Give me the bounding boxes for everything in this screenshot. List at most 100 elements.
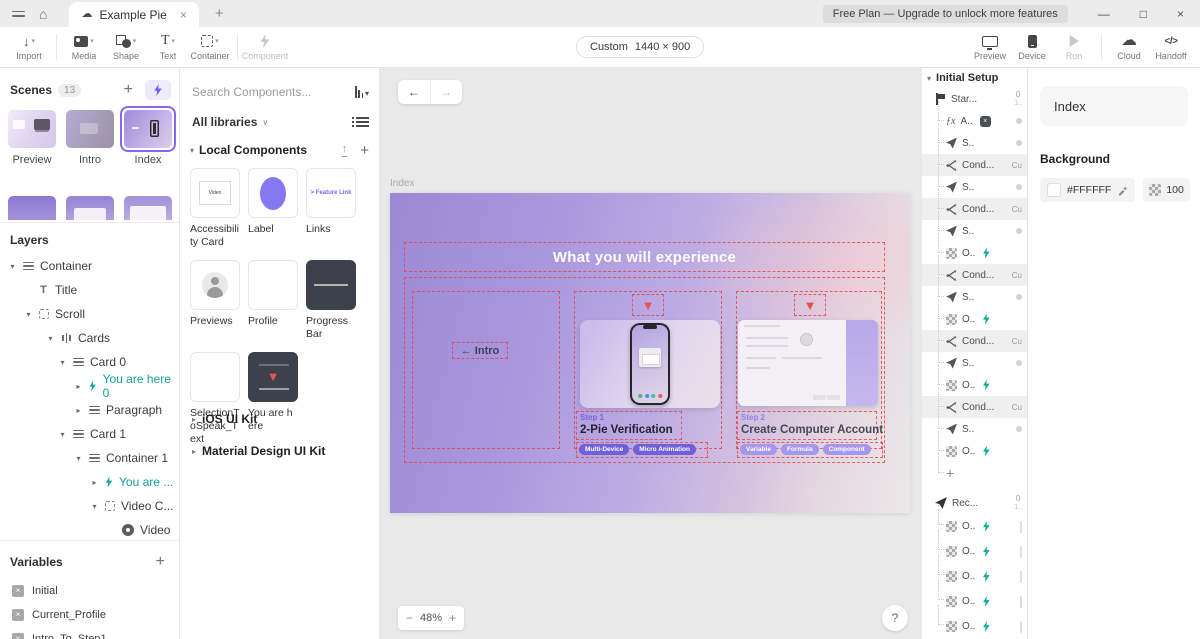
collapse-icon[interactable]: ▾ (46, 334, 55, 343)
sort-icon[interactable]: ▾ (355, 86, 369, 98)
collapse-icon[interactable]: ▾ (927, 74, 931, 83)
close-window-button[interactable]: × (1177, 7, 1184, 21)
add-variable-button[interactable]: + (156, 553, 165, 571)
expand-icon[interactable]: ▸ (74, 382, 83, 391)
layer-row-title[interactable]: T Title (0, 278, 179, 302)
minimize-button[interactable]: — (1098, 7, 1110, 21)
color-hex-value[interactable]: #FFFFFF (1067, 184, 1111, 196)
component-thumbnail[interactable] (306, 260, 356, 310)
collapse-icon[interactable]: ▾ (190, 146, 194, 155)
zoom-out-button[interactable]: − (406, 611, 413, 625)
zoom-level[interactable]: 48% (420, 612, 442, 624)
layer-row-card0[interactable]: ▾ Card 0 (0, 350, 179, 374)
drag-handle[interactable] (1020, 621, 1022, 633)
expand-icon[interactable]: ▸ (90, 478, 99, 487)
component-selectiontospeak[interactable]: SelectionToSpeak_Text (190, 352, 240, 445)
text-button[interactable]: T▾ Text (147, 34, 189, 61)
artboard[interactable]: What you will experience ← Intro ▼ ▼ (390, 193, 910, 513)
layer-row-you-are-here-0[interactable]: ▸ You are here 0 (0, 374, 179, 398)
background-opacity-input[interactable]: 100 (1143, 178, 1190, 202)
component-thumbnail[interactable] (248, 168, 298, 218)
scene-item-index[interactable]: Index (124, 110, 172, 166)
scene-thumbnail[interactable] (66, 110, 114, 148)
canvas[interactable]: ← → Index What you will experience ← Int… (380, 68, 922, 639)
component-thumbnail[interactable]: Video (190, 168, 240, 218)
media-button[interactable]: ▾ Media (63, 34, 105, 61)
scene-thumbnail[interactable] (8, 196, 56, 220)
list-view-icon[interactable] (356, 117, 369, 127)
collapse-icon[interactable]: ▾ (58, 358, 67, 367)
shape-button[interactable]: ▾ Shape (105, 34, 147, 61)
handoff-button[interactable]: </> Handoff (1150, 34, 1192, 61)
scene-name-field[interactable]: Index (1040, 86, 1188, 126)
intro-link[interactable]: ← Intro (452, 342, 508, 359)
layer-row-you-are[interactable]: ▸ You are ... (0, 470, 179, 494)
home-icon[interactable]: ⌂ (39, 7, 47, 21)
add-component-button[interactable]: + (360, 142, 369, 159)
opacity-value[interactable]: 100 (1166, 184, 1184, 196)
component-profile[interactable]: Profile (248, 260, 298, 340)
component-label[interactable]: Label (248, 168, 298, 248)
drag-handle[interactable] (1020, 571, 1022, 583)
layer-row-scroll[interactable]: ▾ Scroll (0, 302, 179, 326)
background-color-input[interactable]: #FFFFFF (1040, 178, 1135, 202)
layer-row-container1[interactable]: ▾ Container 1 (0, 446, 179, 470)
help-button[interactable]: ? (882, 605, 908, 631)
back-button[interactable]: ← (398, 80, 430, 104)
collapse-icon[interactable]: ▾ (74, 454, 83, 463)
material-ui-kit-section[interactable]: ▸ Material Design UI Kit (192, 444, 325, 458)
component-thumbnail[interactable] (190, 352, 240, 402)
component-thumbnail[interactable] (248, 260, 298, 310)
drag-handle[interactable] (1020, 596, 1022, 608)
cloud-button[interactable]: ☁ Cloud (1108, 34, 1150, 61)
component-thumbnail[interactable] (190, 260, 240, 310)
ios-ui-kit-section[interactable]: ▸ iOS UI Kit (192, 412, 257, 426)
layer-row-video[interactable]: Video (0, 518, 179, 540)
scene-row-overflow[interactable] (8, 196, 172, 220)
drag-handle[interactable] (1020, 546, 1022, 558)
local-components-title[interactable]: Local Components (199, 143, 307, 157)
canvas-size-selector[interactable]: Custom 1440 × 900 (576, 36, 704, 58)
layer-row-video-container[interactable]: ▾ Video C... (0, 494, 179, 518)
plan-banner[interactable]: Free Plan — Upgrade to unlock more featu… (823, 5, 1068, 23)
document-tab[interactable]: ☁ Example Pie × (69, 2, 198, 27)
device-button[interactable]: Device (1011, 34, 1053, 61)
variable-row-initial[interactable]: × Initial (0, 579, 179, 603)
expand-icon[interactable]: ▸ (74, 406, 83, 415)
library-filter[interactable]: All libraries (192, 115, 257, 129)
component-links[interactable]: > Feature Link Links (306, 168, 356, 248)
component-thumbnail[interactable]: > Feature Link (306, 168, 356, 218)
component-you-are-here[interactable]: ▼ You are here (248, 352, 298, 445)
eyedropper-icon[interactable] (1117, 185, 1128, 196)
trigger-section-header[interactable]: ▾ Initial Setup (922, 68, 1027, 88)
close-tab-icon[interactable]: × (180, 8, 187, 22)
scene-item-preview[interactable]: Preview (8, 110, 56, 166)
component-progress-bar[interactable]: Progress Bar (306, 260, 356, 340)
drag-handle[interactable] (1020, 521, 1022, 533)
scene-interactions-button[interactable] (145, 80, 171, 100)
response-opacity[interactable]: O.. (922, 614, 1027, 639)
component-accessibility-card[interactable]: Video Accessibility Card (190, 168, 240, 248)
variable-row-current-profile[interactable]: × Current_Profile (0, 603, 179, 627)
collapse-icon[interactable]: ▾ (24, 310, 33, 319)
collapse-icon[interactable]: ▾ (58, 430, 67, 439)
component-previews[interactable]: Previews (190, 260, 240, 340)
scene-thumbnail[interactable] (124, 196, 172, 220)
layer-row-card1[interactable]: ▾ Card 1 (0, 422, 179, 446)
artboard-label[interactable]: Index (390, 178, 414, 189)
scene-item-intro[interactable]: Intro (66, 110, 114, 166)
add-response-button[interactable]: + (922, 462, 1027, 484)
layer-row-container[interactable]: ▾ Container (0, 254, 179, 278)
collapse-icon[interactable]: ▾ (90, 502, 99, 511)
scene-thumbnail[interactable] (8, 110, 56, 148)
add-scene-button[interactable]: + (124, 81, 133, 99)
preview-button[interactable]: Preview (969, 34, 1011, 61)
menu-icon[interactable] (12, 11, 25, 17)
color-swatch[interactable] (1047, 183, 1061, 197)
new-tab-button[interactable]: + (215, 5, 224, 22)
scene-thumbnail[interactable] (124, 110, 172, 148)
collapse-icon[interactable]: ▾ (8, 262, 17, 271)
scene-thumbnail[interactable] (66, 196, 114, 220)
upload-icon[interactable]: ↑ (342, 144, 348, 157)
layer-row-cards[interactable]: ▾ Cards (0, 326, 179, 350)
